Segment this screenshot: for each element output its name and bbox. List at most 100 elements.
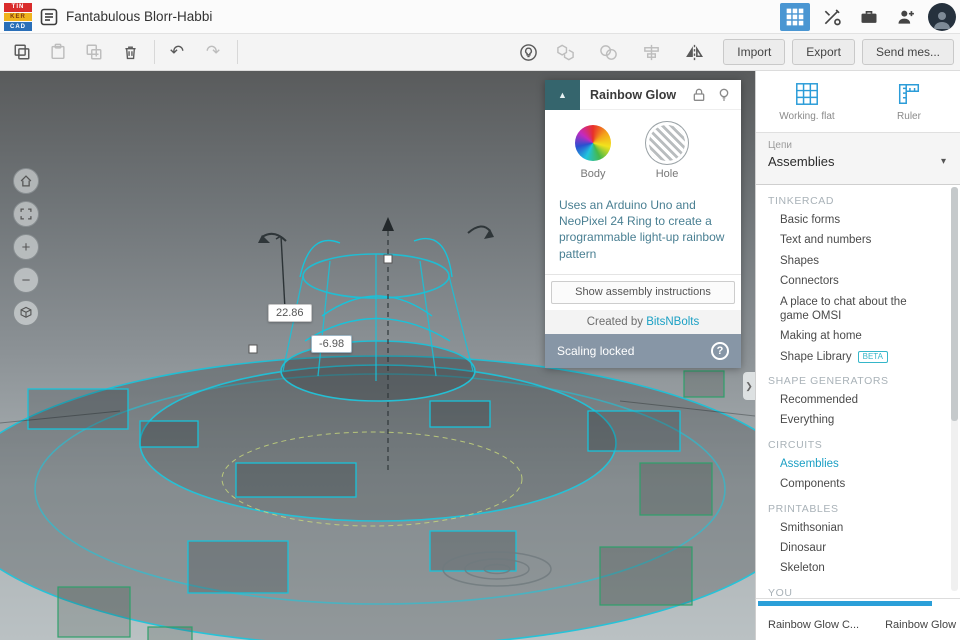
sidebar-item-basic-forms[interactable]: Basic forms xyxy=(756,210,960,230)
redo-glyph: ↷ xyxy=(205,42,221,61)
zoom-in-button[interactable]: + xyxy=(13,234,39,260)
send-button[interactable]: Send mes... xyxy=(861,39,954,65)
bottom-tab-rainbow-glow-c[interactable]: Rainbow Glow C... xyxy=(768,619,859,631)
viewport-3d[interactable]: + − 22.86 -6.98 ▲ Rainbow Glow Body Hole… xyxy=(0,71,755,640)
view-nav-controls: + − xyxy=(13,168,39,326)
dashboard-grid-button[interactable] xyxy=(780,3,810,31)
tinkercad-app: TIN KER CAD Fantabulous Blorr-Habbi ↶ ↷ … xyxy=(0,0,960,640)
assembly-button-row: Show assembly instructions xyxy=(545,273,741,310)
avatar[interactable] xyxy=(928,3,956,31)
scrollbar-thumb[interactable] xyxy=(951,187,958,422)
group-icon[interactable] xyxy=(551,39,579,65)
dimension-input[interactable]: -6.98 xyxy=(311,335,353,353)
scaling-locked-label: Scaling locked xyxy=(557,343,635,358)
shape-description: Uses an Arduino Uno and NeoPixel 24 Ring… xyxy=(559,198,725,261)
hole-label: Hole xyxy=(655,168,679,180)
align-icon[interactable] xyxy=(637,39,665,65)
logo-row-2: KER xyxy=(4,12,32,22)
fit-view-button[interactable] xyxy=(13,201,39,227)
titlebar: TIN KER CAD Fantabulous Blorr-Habbi xyxy=(0,0,960,34)
help-icon[interactable]: ? xyxy=(711,341,729,360)
collapse-panel-button[interactable]: ▲ xyxy=(545,79,580,110)
sidebar-item-text-and-numbers[interactable]: Text and numbers xyxy=(756,230,960,250)
dimension-input[interactable]: 22.86 xyxy=(268,304,312,322)
inspector-header: ▲ Rainbow Glow xyxy=(545,79,741,110)
hole-option[interactable]: Hole xyxy=(649,125,685,180)
rainbow-swatch-icon xyxy=(575,125,611,161)
mirror-icon[interactable] xyxy=(680,39,708,65)
paste-icon[interactable] xyxy=(44,39,72,65)
edit-toolbar: ↶ ↷ Import Export Send mes... xyxy=(0,34,960,71)
tools-icon[interactable] xyxy=(817,3,847,31)
sidebar-expand-tab[interactable]: ❯ xyxy=(743,372,755,400)
lightbulb-icon[interactable] xyxy=(716,87,732,103)
category-label: Цепи xyxy=(768,140,792,151)
material-options: Body Hole xyxy=(545,110,741,191)
logo-row-3: CAD xyxy=(4,22,32,32)
body-label: Body xyxy=(580,168,606,180)
sidebar-bottom: Rainbow Glow C... Rainbow Glow xyxy=(756,598,960,640)
redo-icon[interactable]: ↷ xyxy=(199,39,227,65)
sidebar-item-recommended[interactable]: Recommended xyxy=(756,390,960,410)
sidebar-item-making-at-home[interactable]: Making at home xyxy=(756,326,960,346)
bottom-tabs: Rainbow Glow C... Rainbow Glow xyxy=(756,606,960,631)
invite-person-icon[interactable] xyxy=(891,3,921,31)
header-actions xyxy=(780,0,956,34)
show-all-icon[interactable] xyxy=(514,39,542,65)
workplane-tool[interactable]: Working. flat xyxy=(756,71,858,132)
scaling-locked-bar: Scaling locked ? xyxy=(545,333,741,368)
sidebar-item-smithsonian[interactable]: Smithsonian xyxy=(756,518,960,538)
sidebar-item-everything[interactable]: Everything xyxy=(756,410,960,430)
list-header-circuits: CIRCUITS xyxy=(768,438,823,451)
beta-badge: BETA xyxy=(857,350,888,363)
zoom-out-button[interactable]: − xyxy=(13,267,39,293)
shapes-sidebar: Working. flat Ruler Цепи Assemblies ▾ TI… xyxy=(755,71,960,640)
undo-glyph: ↶ xyxy=(169,42,185,61)
bottom-tab-rainbow-glow[interactable]: Rainbow Glow xyxy=(885,619,956,631)
show-assembly-instructions-button[interactable]: Show assembly instructions xyxy=(551,280,735,304)
sidebar-item-shape-library[interactable]: Shape Library BETA xyxy=(756,347,960,367)
view-home-button[interactable] xyxy=(13,168,39,194)
sidebar-item-connectors[interactable]: Connectors xyxy=(756,271,960,291)
zoom-out-glyph: − xyxy=(21,271,31,289)
body-option[interactable]: Body xyxy=(575,125,611,180)
workplane-label: Working. flat xyxy=(779,111,835,122)
tinkercad-logo[interactable]: TIN KER CAD xyxy=(4,3,32,32)
sidebar-item-dinosaur[interactable]: Dinosaur xyxy=(756,538,960,558)
briefcase-icon[interactable] xyxy=(854,3,884,31)
collapse-glyph: ▲ xyxy=(558,89,567,100)
export-button[interactable]: Export xyxy=(792,39,855,65)
undo-icon[interactable]: ↶ xyxy=(163,39,191,65)
workplane-tools: Working. flat Ruler xyxy=(756,71,960,133)
sidebar-item-a-place-to-chat-about-the-game-omsi[interactable]: A place to chat about the game OMSI xyxy=(756,292,960,327)
design-title: Fantabulous Blorr-Habbi xyxy=(66,9,213,24)
list-header-printables: PRINTABLES xyxy=(768,502,839,515)
sidebar-item-assemblies[interactable]: Assemblies xyxy=(756,454,960,474)
ungroup-icon[interactable] xyxy=(594,39,622,65)
import-button[interactable]: Import xyxy=(723,39,786,65)
toolbar-right: Import Export Send mes... xyxy=(514,39,954,65)
ruler-label: Ruler xyxy=(897,111,921,122)
chevron-down-icon: ▾ xyxy=(940,156,946,167)
design-properties-icon[interactable] xyxy=(40,8,58,26)
created-by-row: Created by BitsNBolts xyxy=(545,309,741,334)
zoom-in-glyph: + xyxy=(21,238,31,256)
sidebar-item-skeleton[interactable]: Skeleton xyxy=(756,558,960,578)
created-by-prefix: Created by xyxy=(586,315,647,328)
creator-link[interactable]: BitsNBolts xyxy=(646,316,699,328)
ruler-tool[interactable]: Ruler xyxy=(858,71,960,132)
delete-icon[interactable] xyxy=(116,39,144,65)
shape-list: TINKERCAD Basic forms Text and numbers Shap… xyxy=(756,185,960,598)
question-glyph: ? xyxy=(716,344,724,357)
duplicate-icon[interactable] xyxy=(80,39,108,65)
list-header-shape-generators: SHAPE GENERATORS xyxy=(768,375,889,387)
toolbar-separator xyxy=(154,40,155,64)
lock-icon[interactable] xyxy=(691,87,707,103)
perspective-button[interactable] xyxy=(13,300,39,326)
sidebar-item-shapes[interactable]: Shapes xyxy=(756,251,960,271)
copy-icon[interactable] xyxy=(8,39,36,65)
category-dropdown[interactable]: Цепи Assemblies ▾ xyxy=(756,133,960,185)
toolbar-separator xyxy=(237,40,238,64)
sidebar-item-components[interactable]: Components xyxy=(756,474,960,494)
list-header-you: YOU xyxy=(768,586,793,598)
